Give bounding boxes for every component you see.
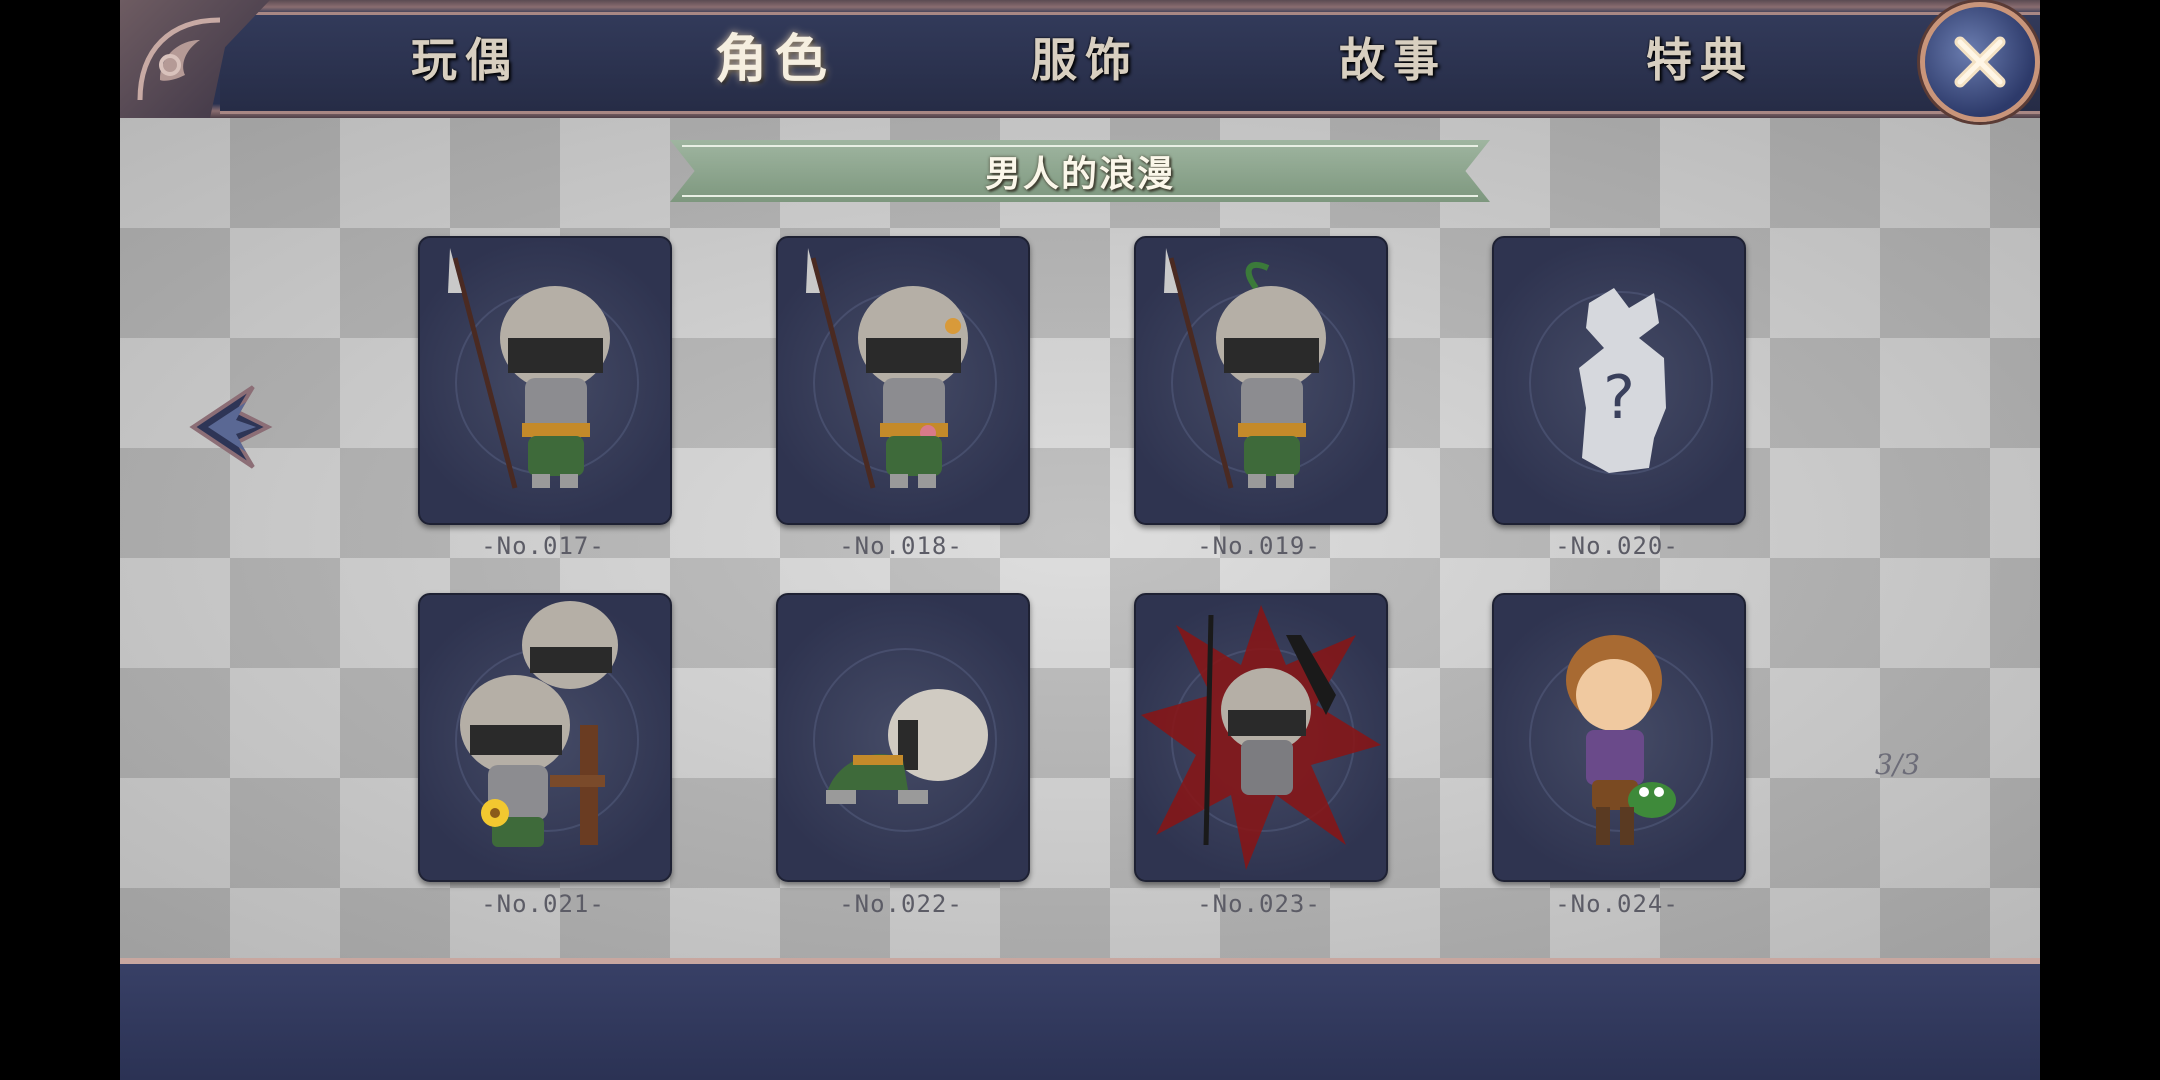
- character-card-024[interactable]: [1492, 593, 1746, 882]
- previous-page-arrow-icon[interactable]: [188, 382, 278, 472]
- soldier-icon: [806, 248, 968, 489]
- game-screen: 玩偶 角色 服饰 故事 特典 男人的浪漫 -No.017- -No.018- -…: [120, 0, 2040, 1080]
- locked-silhouette-icon: ?: [1579, 288, 1666, 473]
- soldier-icon: [448, 248, 610, 489]
- boy-character-icon: [1566, 635, 1676, 845]
- tab-dolls[interactable]: 玩偶: [365, 30, 565, 90]
- character-card-020[interactable]: ?: [1492, 236, 1746, 525]
- card-label-017: -No.017-: [481, 532, 605, 560]
- character-card-023[interactable]: [1134, 593, 1388, 882]
- bottom-bar: [120, 964, 2040, 1080]
- close-icon: [1954, 36, 2006, 88]
- card-label-018: -No.018-: [839, 532, 963, 560]
- character-card-019[interactable]: [1134, 236, 1388, 525]
- card-label-021: -No.021-: [481, 890, 605, 918]
- card-label-020: -No.020-: [1555, 532, 1679, 560]
- character-card-018[interactable]: [776, 236, 1030, 525]
- two-soldiers-icon: [460, 601, 618, 847]
- tab-stories[interactable]: 故事: [1293, 30, 1493, 90]
- section-banner: 男人的浪漫: [670, 140, 1490, 202]
- character-card-022[interactable]: [776, 593, 1030, 882]
- collection-panel: [120, 118, 2040, 964]
- tab-extras[interactable]: 特典: [1600, 30, 1800, 90]
- tab-costumes[interactable]: 服饰: [985, 30, 1185, 90]
- soldier-icon: [1164, 248, 1326, 489]
- character-card-021[interactable]: [418, 593, 672, 882]
- character-card-017[interactable]: [418, 236, 672, 525]
- section-title: 男人的浪漫: [984, 154, 1175, 195]
- kneeling-soldier-icon: [826, 689, 988, 804]
- red-shatter-soldier-icon: [1141, 605, 1381, 870]
- page-indicator: 3/3: [1875, 748, 1921, 781]
- svg-text:?: ?: [1603, 363, 1635, 433]
- card-label-022: -No.022-: [839, 890, 963, 918]
- top-tab-bar: 玩偶 角色 服饰 故事 特典: [120, 0, 2040, 122]
- tab-characters[interactable]: 角色: [675, 30, 875, 90]
- card-label-019: -No.019-: [1197, 532, 1321, 560]
- card-label-024: -No.024-: [1555, 890, 1679, 918]
- close-button[interactable]: [1920, 2, 2040, 122]
- card-label-023: -No.023-: [1197, 890, 1321, 918]
